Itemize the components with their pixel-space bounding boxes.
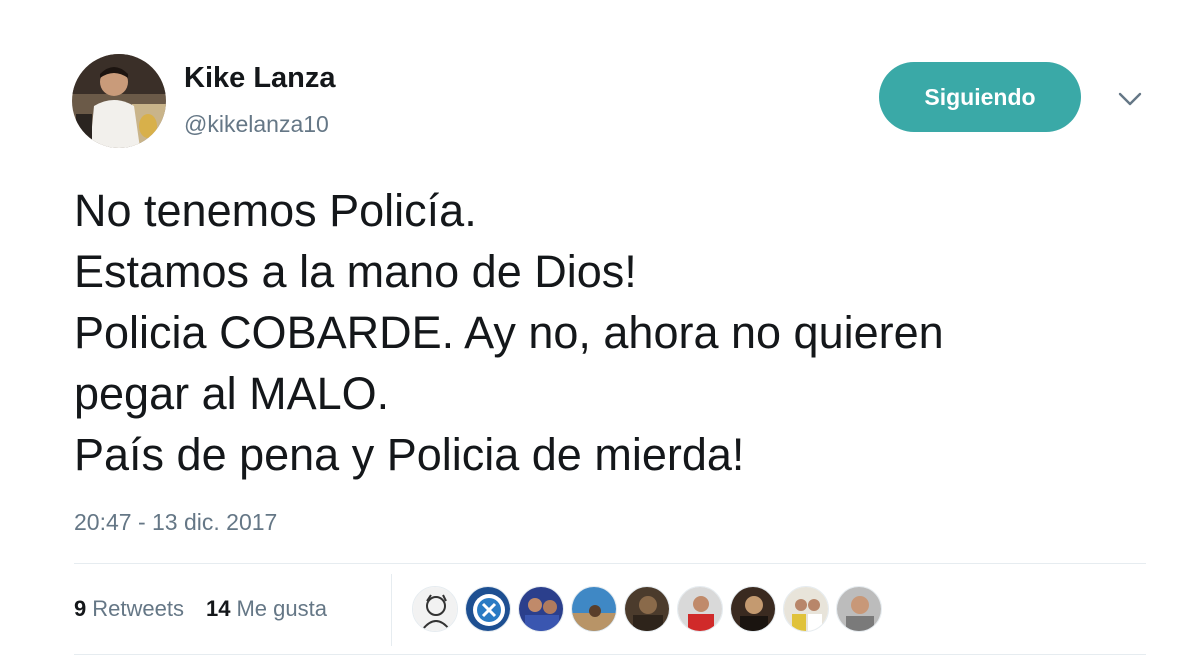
liker-avatar[interactable] <box>571 586 617 632</box>
divider <box>74 654 1146 655</box>
stats-separator <box>391 574 392 646</box>
liker-avatar[interactable] <box>730 586 776 632</box>
liker-avatar[interactable] <box>465 586 511 632</box>
author-name[interactable]: Kike Lanza <box>184 62 336 95</box>
tweet-line: Estamos a la mano de Dios! <box>74 246 637 297</box>
liker-avatar[interactable] <box>783 586 829 632</box>
tweet-timestamp[interactable]: 20:47 - 13 dic. 2017 <box>74 509 277 536</box>
retweets-label: Retweets <box>92 596 184 621</box>
author-handle[interactable]: @kikelanza10 <box>184 111 329 138</box>
tweet-line: País de pena y Policia de mierda! <box>74 429 745 480</box>
retweets-stat[interactable]: 9 Retweets <box>74 596 184 622</box>
divider <box>74 563 1146 564</box>
tweet-stats: 9 Retweets 14 Me gusta <box>74 596 327 622</box>
liker-avatar[interactable] <box>624 586 670 632</box>
likes-stat[interactable]: 14 Me gusta <box>206 596 327 622</box>
liker-avatar[interactable] <box>412 586 458 632</box>
profile-photo-icon <box>72 54 166 148</box>
tweet-card: Kike Lanza @kikelanza10 Siguiendo No ten… <box>0 0 1200 662</box>
tweet-line: No tenemos Policía. <box>74 185 477 236</box>
likes-count: 14 <box>205 596 231 621</box>
tweet-line: Policia COBARDE. Ay no, ahora no quieren <box>74 307 944 358</box>
liker-avatar[interactable] <box>836 586 882 632</box>
tweet-text: No tenemos Policía. Estamos a la mano de… <box>74 180 1134 485</box>
tweet-line: pegar al MALO. <box>74 368 390 419</box>
retweets-count: 9 <box>74 596 87 621</box>
liker-avatar[interactable] <box>518 586 564 632</box>
likers-list <box>412 586 889 632</box>
chevron-down-icon[interactable] <box>1114 84 1146 114</box>
following-button[interactable]: Siguiendo <box>879 62 1081 132</box>
author-avatar[interactable] <box>72 54 166 148</box>
likes-label: Me gusta <box>236 596 327 621</box>
liker-avatar[interactable] <box>677 586 723 632</box>
